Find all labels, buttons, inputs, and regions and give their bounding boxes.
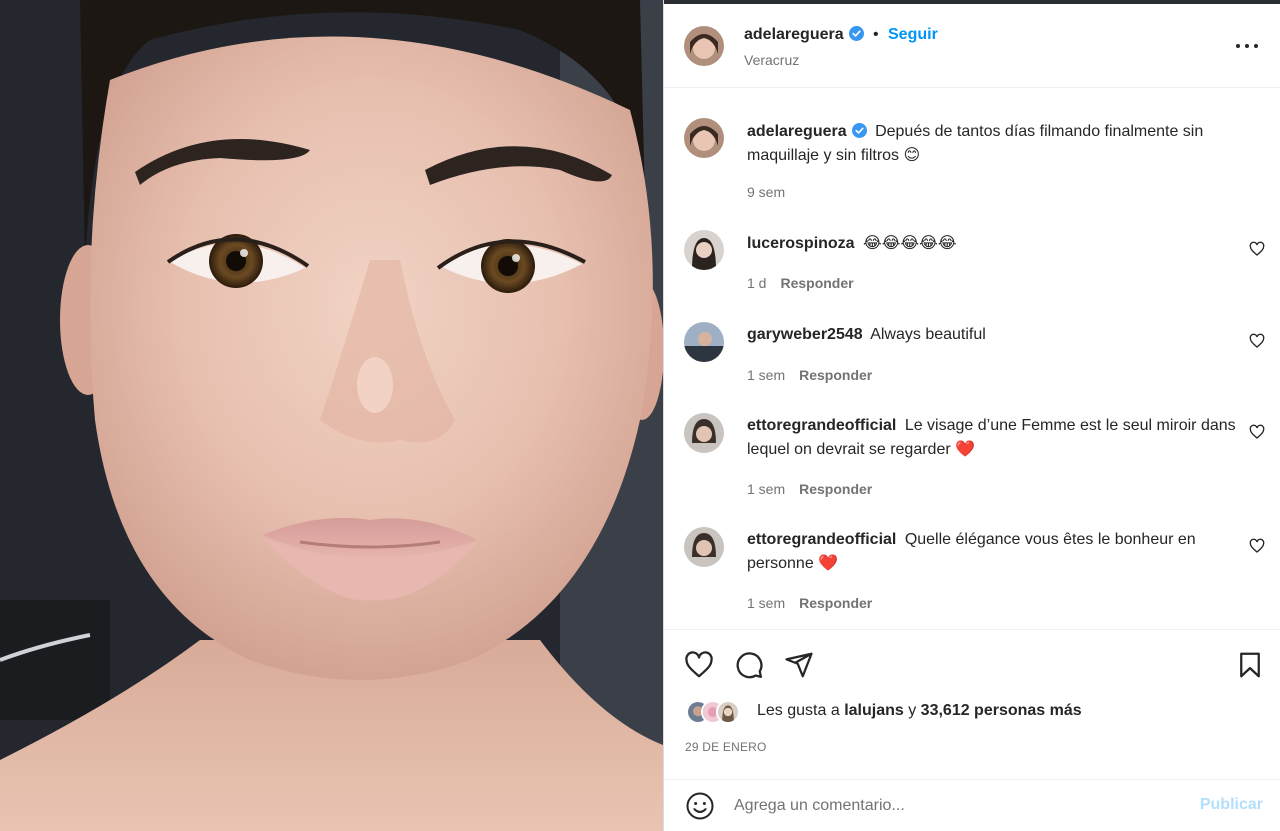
comment-meta: 1 d Responder [747,275,854,291]
comment-text-block: ettoregrandeofficial Quelle élégance vou… [747,528,1237,575]
comment-emoji: ❤️ [955,439,976,458]
comment-like-heart-icon[interactable] [1249,333,1265,349]
comment-username[interactable]: garyweber2548 [747,326,863,343]
comments-list[interactable]: adelareguera Depués de tantos días filma… [664,89,1280,629]
comment-like-heart-icon[interactable] [1249,424,1265,440]
comment-input[interactable] [734,792,1174,820]
comment-meta: 1 sem Responder [747,481,872,497]
paper-plane-icon[interactable] [784,650,814,680]
comment-meta: 1 sem Responder [747,595,872,611]
comment-emoji: ❤️ [818,553,839,572]
comment-username[interactable]: ettoregrandeofficial [747,417,896,434]
post-date[interactable]: 29 DE ENERO [685,740,767,754]
author-username[interactable]: adelareguera [744,26,864,44]
likes-connector: y [908,702,917,719]
separator-dot: • [873,26,879,43]
comment-avatar[interactable] [684,322,724,362]
comment-time[interactable]: 1 sem [747,367,785,383]
likes-others[interactable]: 33,612 personas más [921,702,1082,719]
likes-user[interactable]: lalujans [844,702,904,719]
caption-time[interactable]: 9 sem [747,184,785,200]
publish-button[interactable]: Publicar [1200,796,1263,814]
smiley-icon[interactable] [685,791,715,821]
caption-emoji: 😊 [903,145,921,164]
reply-button[interactable]: Responder [799,367,872,383]
liker-avatar [716,700,740,724]
author-avatar[interactable] [684,26,724,66]
reply-button[interactable]: Responder [780,275,853,291]
verified-badge-icon [851,123,867,138]
comment-time[interactable]: 1 sem [747,595,785,611]
post-actions: Les gusta a lalujans y 33,612 personas m… [664,629,1280,779]
comment-meta: 1 sem Responder [747,367,872,383]
heart-icon[interactable] [684,650,714,680]
comment-avatar[interactable] [684,413,724,453]
comment-username[interactable]: lucerospinoza [747,235,855,252]
comment-time[interactable]: 1 sem [747,481,785,497]
post-header: adelareguera • Seguir Veracruz [664,4,1280,88]
comment-avatar[interactable] [684,527,724,567]
add-comment-bar: Publicar [664,779,1280,831]
comment-bubble-icon[interactable] [734,650,764,680]
post-details-panel: adelareguera • Seguir Veracruz adelaregu… [663,0,1280,831]
comment-like-heart-icon[interactable] [1249,538,1265,554]
comment-emoji: 😂😂😂😂😂 [863,233,957,252]
follow-button[interactable]: Seguir [888,26,938,44]
bookmark-icon[interactable] [1235,650,1265,680]
caption-username[interactable]: adelareguera [747,123,867,140]
caption-text-block: adelareguera Depués de tantos días filma… [747,120,1237,167]
caption-author-avatar[interactable] [684,118,724,158]
comment-text-block: lucerospinoza 😂😂😂😂😂 [747,231,1237,255]
caption-meta: 9 sem [747,184,785,200]
comment-username[interactable]: ettoregrandeofficial [747,531,896,548]
more-options-icon[interactable] [1235,36,1259,56]
post-photo[interactable] [0,0,663,831]
comment-like-heart-icon[interactable] [1249,241,1265,257]
comment-avatar[interactable] [684,230,724,270]
comment-time[interactable]: 1 d [747,275,766,291]
reply-button[interactable]: Responder [799,481,872,497]
likes-prefix: Les gusta a [757,702,840,719]
comment-text-block: garyweber2548 Always beautiful [747,323,1237,346]
comment-text-block: ettoregrandeofficial Le visage d’une Fem… [747,414,1237,461]
likes-text: Les gusta a lalujans y 33,612 personas m… [757,702,1082,720]
post-location[interactable]: Veracruz [744,52,799,68]
verified-badge-icon [848,26,864,41]
comment-text: Always beautiful [870,326,986,343]
reply-button[interactable]: Responder [799,595,872,611]
